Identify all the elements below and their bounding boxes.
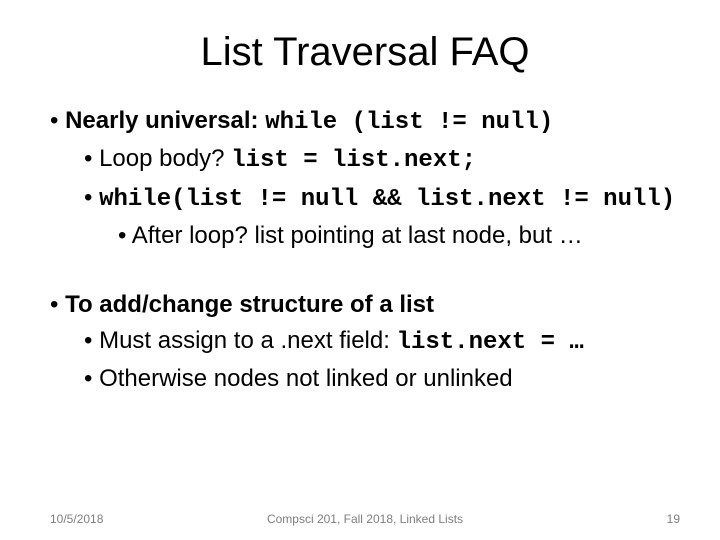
footer-center: Compsci 201, Fall 2018, Linked Lists — [50, 512, 680, 526]
text-nearly-universal: Nearly universal: — [65, 107, 265, 134]
bullet-otherwise: Otherwise nodes not linked or unlinked — [84, 363, 680, 395]
text-add-change: To add/change structure of a list — [65, 291, 434, 318]
bullet-while-and: while(list != null && list.next != null) — [84, 182, 680, 216]
code-while-and: while(list != null && list.next != null) — [99, 186, 675, 213]
bullet-after-loop: After loop? list pointing at last node, … — [118, 220, 680, 252]
text-otherwise: Otherwise nodes not linked or unlinked — [99, 365, 513, 392]
slide: List Traversal FAQ Nearly universal: whi… — [0, 0, 720, 540]
bullet-add-change: To add/change structure of a list — [50, 289, 680, 321]
text-loop-body: Loop body? — [99, 145, 231, 172]
bullet-block-1: Nearly universal: while (list != null) L… — [50, 105, 680, 253]
code-while-not-null: while (list != null) — [265, 109, 553, 136]
text-must-assign: Must assign to a .next field: — [99, 327, 396, 354]
text-after-loop: After loop? list pointing at last node, … — [132, 222, 583, 249]
slide-title: List Traversal FAQ — [50, 30, 680, 75]
footer: 10/5/2018 Compsci 201, Fall 2018, Linked… — [50, 512, 680, 526]
bullet-loop-body: Loop body? list = list.next; — [84, 143, 680, 177]
code-list-next-assign: list.next = … — [397, 329, 584, 356]
footer-date: 10/5/2018 — [50, 512, 103, 526]
bullet-must-assign: Must assign to a .next field: list.next … — [84, 325, 680, 359]
bullet-nearly-universal: Nearly universal: while (list != null) — [50, 105, 680, 139]
footer-page: 19 — [667, 512, 680, 526]
bullet-block-2: To add/change structure of a list Must a… — [50, 289, 680, 396]
code-list-next: list = list.next; — [231, 147, 476, 174]
